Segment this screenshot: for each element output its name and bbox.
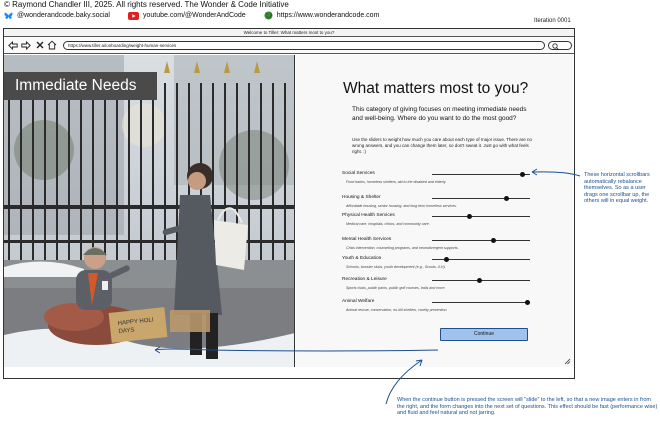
browser-toolbar: https://www.tiller.ai/onboarding/weight-… xyxy=(4,37,574,54)
copyright-text: © Raymond Chandler III, 2025. All rights… xyxy=(4,0,289,9)
hero-label: Immediate Needs xyxy=(4,72,157,100)
stop-button[interactable] xyxy=(35,40,45,50)
bluesky-icon xyxy=(4,12,13,19)
weight-slider[interactable] xyxy=(432,278,530,283)
youtube-handle: youtube.com/@WonderAndCode xyxy=(142,12,246,19)
close-icon xyxy=(36,41,44,49)
weight-slider[interactable] xyxy=(432,214,530,219)
intro-text: This category of giving focuses on meeti… xyxy=(352,106,527,122)
category-label: Housing & Shelter xyxy=(342,195,381,200)
continue-annotation: When the continue button is pressed the … xyxy=(397,397,658,417)
social-links: @wonderandcode.baky.social youtube.com/@… xyxy=(4,11,397,20)
form-panel: What matters most to you? This category … xyxy=(296,55,573,367)
category-label: Animal Welfare xyxy=(342,299,375,304)
slider-thumb[interactable] xyxy=(476,278,482,283)
slider-thumb[interactable] xyxy=(524,300,530,305)
back-arrow-icon xyxy=(8,40,18,50)
window-title: Welcome to Tiller: What matters most to … xyxy=(4,29,574,37)
weight-slider[interactable] xyxy=(432,196,530,201)
page-content: HAPPY HOLI DAYS Immediate Needs What mat… xyxy=(4,55,573,367)
weight-slider[interactable] xyxy=(432,300,530,305)
hero-photo: HAPPY HOLI DAYS Immediate Needs xyxy=(4,55,295,367)
category-description: Medical care, hospitals, clinics, and co… xyxy=(346,222,430,226)
category-description: Animal rescue, conservation, no-kill she… xyxy=(346,308,448,312)
continue-button[interactable]: Continue xyxy=(440,328,528,341)
slider-thumb[interactable] xyxy=(519,172,525,177)
weight-slider[interactable] xyxy=(432,257,530,262)
resize-grip-icon[interactable] xyxy=(564,358,571,365)
category-label: Youth & Education xyxy=(342,256,382,261)
forward-button[interactable] xyxy=(21,40,31,50)
category-description: Affordable housing, senior housing, and … xyxy=(346,204,457,208)
category-description: Crisis intervention, counseling programs… xyxy=(346,246,459,250)
weight-slider[interactable] xyxy=(432,238,530,243)
address-bar[interactable]: https://www.tiller.ai/onboarding/weight-… xyxy=(63,41,545,50)
category-description: Sports clubs, public parks, public golf … xyxy=(346,286,446,290)
browser-search[interactable] xyxy=(548,41,572,50)
globe-icon xyxy=(264,11,273,20)
bluesky-handle: @wonderandcode.baky.social xyxy=(17,12,110,19)
bluesky-link[interactable]: @wonderandcode.baky.social xyxy=(4,12,110,20)
page-title: What matters most to you? xyxy=(343,80,529,97)
category-label: Social Services xyxy=(342,171,375,176)
slider-thumb[interactable] xyxy=(503,196,509,201)
website-url: https://www.wonderandcode.com xyxy=(276,12,380,19)
search-icon xyxy=(552,43,559,50)
slider-thumb[interactable] xyxy=(444,257,450,262)
browser-window: Welcome to Tiller: What matters most to … xyxy=(3,28,575,379)
youtube-link[interactable]: youtube.com/@WonderAndCode xyxy=(127,11,246,20)
iteration-label: Iteration 0001 xyxy=(534,18,571,24)
instructions-text: Use the sliders to weight how much you c… xyxy=(352,137,533,154)
back-button[interactable] xyxy=(8,40,18,50)
youtube-icon xyxy=(127,11,139,20)
slider-thumb[interactable] xyxy=(466,214,472,219)
category-description: Schools, booster clubs, youth developmen… xyxy=(346,265,446,269)
weight-slider[interactable] xyxy=(432,172,530,177)
category-label: Mental Health Services xyxy=(342,237,392,242)
home-button[interactable] xyxy=(47,40,57,50)
home-icon xyxy=(47,40,57,50)
forward-arrow-icon xyxy=(21,40,31,50)
sliders-annotation: These horizontal scrollbars automaticall… xyxy=(584,172,650,205)
street-scene-illustration: HAPPY HOLI DAYS xyxy=(4,55,294,367)
category-label: Recreation & Leisure xyxy=(342,277,387,282)
website-link[interactable]: https://www.wonderandcode.com xyxy=(264,11,380,20)
category-label: Physical Health Services xyxy=(342,213,395,218)
slider-thumb[interactable] xyxy=(491,238,497,243)
category-description: Food banks, homeless shelters, aid to th… xyxy=(346,180,447,184)
